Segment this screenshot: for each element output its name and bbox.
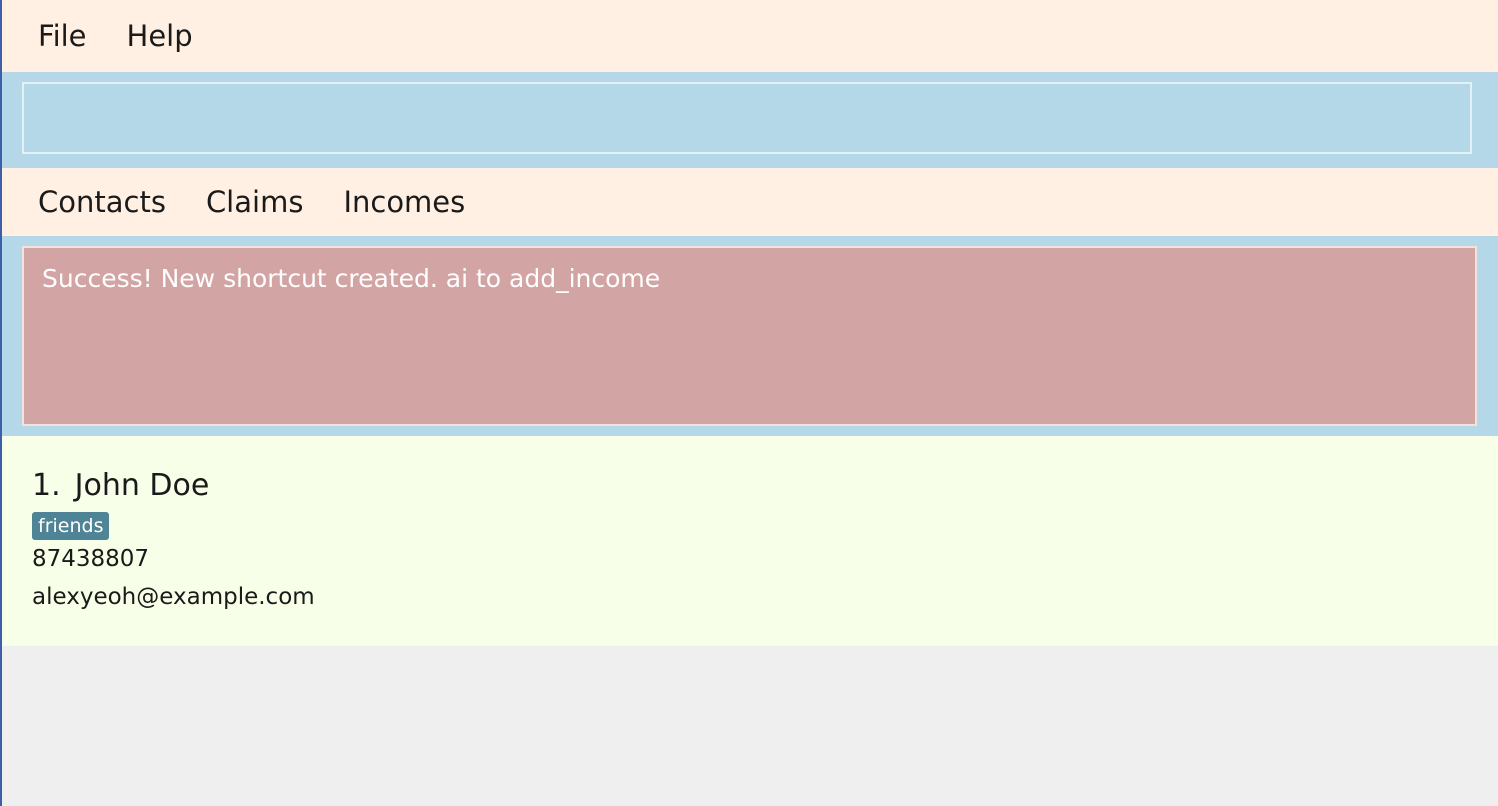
tag-badge: friends [32,512,110,540]
command-box-container [2,72,1498,168]
tab-incomes[interactable]: Incomes [343,185,465,219]
contact-phone: 87438807 [32,546,150,572]
contact-name-row: 1. John Doe [32,466,315,506]
result-message: Success! New shortcut created. ai to add… [42,264,661,293]
result-display-container: Success! New shortcut created. ai to add… [2,236,1498,436]
contact-index: 1. [32,468,61,503]
command-input[interactable] [22,82,1472,154]
tab-claims[interactable]: Claims [206,185,304,219]
contact-email: alexyeoh@example.com [32,584,315,610]
tab-bar: Contacts Claims Incomes [2,168,1498,236]
menu-file[interactable]: File [38,19,87,53]
contact-list[interactable]: 1. John Doe friends 87438807 alexyeoh@ex… [2,436,1498,646]
menu-bar: File Help [2,0,1498,72]
tab-contacts[interactable]: Contacts [38,185,166,219]
menu-help[interactable]: Help [127,19,193,53]
result-display[interactable]: Success! New shortcut created. ai to add… [22,246,1477,426]
contact-name: John Doe [74,468,210,503]
contact-card[interactable]: 1. John Doe friends 87438807 alexyeoh@ex… [32,466,315,616]
